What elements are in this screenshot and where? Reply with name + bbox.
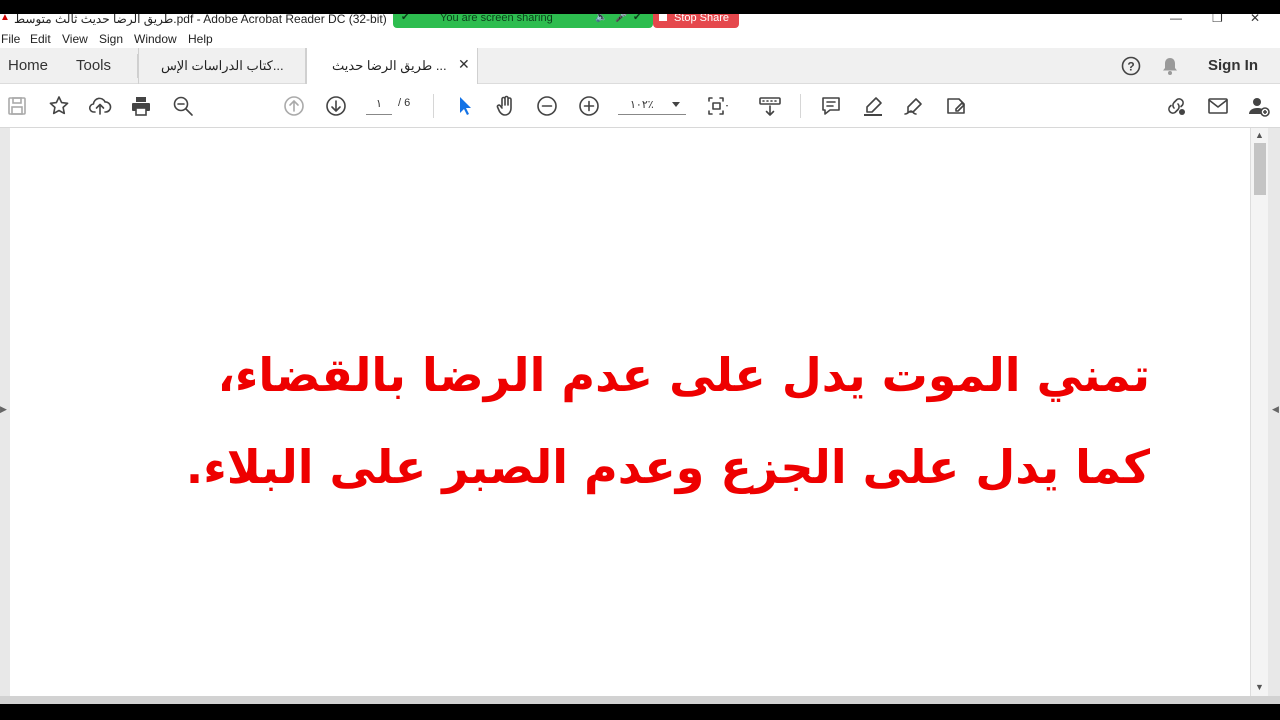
document-line-1: تمني الموت يدل على عدم الرضا بالقضاء، xyxy=(217,348,1150,402)
menu-window[interactable]: Window xyxy=(134,32,177,46)
page-total: / 6 xyxy=(398,97,411,109)
left-pane-toggle-icon[interactable]: ▶ xyxy=(0,404,7,415)
fill-sign-icon[interactable] xyxy=(944,94,968,118)
window-title: طريق الرضا حديث ثالث متوسط.pdf - Adobe A… xyxy=(14,12,387,26)
toolbar-separator xyxy=(433,94,434,118)
share-link-icon[interactable] xyxy=(1164,94,1188,118)
pdf-page: تمني الموت يدل على عدم الرضا بالقضاء، كم… xyxy=(10,128,1250,696)
page-number-input[interactable]: ١ xyxy=(366,97,392,115)
tools-tab[interactable]: Tools xyxy=(76,57,111,74)
sign-in-button[interactable]: Sign In xyxy=(1208,57,1258,74)
email-icon[interactable] xyxy=(1206,94,1230,118)
document-tab-2-label: طريق الرضا حديث ... xyxy=(332,58,447,73)
next-page-icon[interactable] xyxy=(324,94,348,118)
help-icon[interactable]: ? xyxy=(1121,56,1141,81)
menu-edit[interactable]: Edit xyxy=(30,32,51,46)
right-pane-toggle-icon[interactable]: ◀ xyxy=(1272,404,1279,415)
tab-bar: Home Tools كتاب الدراسات الإس... طريق ال… xyxy=(0,48,1280,85)
document-tab-2[interactable]: طريق الرضا حديث ... ✕ xyxy=(306,48,478,85)
acrobat-window: ▲ طريق الرضا حديث ثالث متوسط.pdf - Adobe… xyxy=(0,0,1280,720)
draw-sign-icon[interactable] xyxy=(902,94,926,118)
menu-view[interactable]: View xyxy=(62,32,88,46)
save-icon[interactable] xyxy=(5,94,29,118)
bookmark-star-icon[interactable] xyxy=(47,94,71,118)
add-user-icon[interactable] xyxy=(1247,94,1271,118)
search-zoom-icon[interactable] xyxy=(171,94,195,118)
svg-text:?: ? xyxy=(1127,60,1134,74)
zoom-out-icon[interactable] xyxy=(535,94,559,118)
menu-bar: File Edit View Sign Window Help xyxy=(0,30,1280,48)
scroll-mode-icon[interactable] xyxy=(758,94,782,118)
fit-page-icon[interactable] xyxy=(706,94,730,118)
previous-page-icon[interactable] xyxy=(282,94,306,118)
vertical-scrollbar[interactable]: ▲ ▼ xyxy=(1250,128,1268,696)
document-viewport[interactable]: تمني الموت يدل على عدم الرضا بالقضاء، كم… xyxy=(0,128,1280,704)
document-line-2: كما يدل على الجزع وعدم الصبر على البلاء. xyxy=(185,440,1150,494)
scrollbar-thumb[interactable] xyxy=(1254,143,1266,195)
select-cursor-icon[interactable] xyxy=(452,94,476,118)
zoom-in-icon[interactable] xyxy=(577,94,601,118)
menu-help[interactable]: Help xyxy=(188,32,213,46)
document-tab-1-label: كتاب الدراسات الإس... xyxy=(161,58,284,73)
top-black-border xyxy=(0,0,1280,14)
main-toolbar: ١ / 6 ١٠٢٪ xyxy=(0,84,1280,128)
bell-icon[interactable] xyxy=(1160,56,1180,81)
home-tab[interactable]: Home xyxy=(8,57,48,74)
highlight-pen-icon[interactable] xyxy=(861,94,885,118)
document-tab-1[interactable]: كتاب الدراسات الإس... xyxy=(138,48,306,84)
zoom-level-select[interactable]: ١٠٢٪ xyxy=(618,97,686,115)
menu-sign[interactable]: Sign xyxy=(99,32,123,46)
print-icon[interactable] xyxy=(129,94,153,118)
toolbar-separator xyxy=(800,94,801,118)
chevron-down-icon xyxy=(672,102,680,107)
upload-cloud-icon[interactable] xyxy=(88,94,112,118)
scroll-up-icon[interactable]: ▲ xyxy=(1255,130,1264,140)
zoom-level-value: ١٠٢٪ xyxy=(630,99,654,111)
comment-icon[interactable] xyxy=(819,94,843,118)
menu-file[interactable]: File xyxy=(1,32,20,46)
hand-tool-icon[interactable] xyxy=(494,94,518,118)
scroll-down-icon[interactable]: ▼ xyxy=(1255,682,1264,692)
close-tab-icon[interactable]: ✕ xyxy=(458,56,470,73)
bottom-black-border xyxy=(0,704,1280,720)
page-gap xyxy=(0,696,1280,704)
stop-icon xyxy=(659,13,667,21)
